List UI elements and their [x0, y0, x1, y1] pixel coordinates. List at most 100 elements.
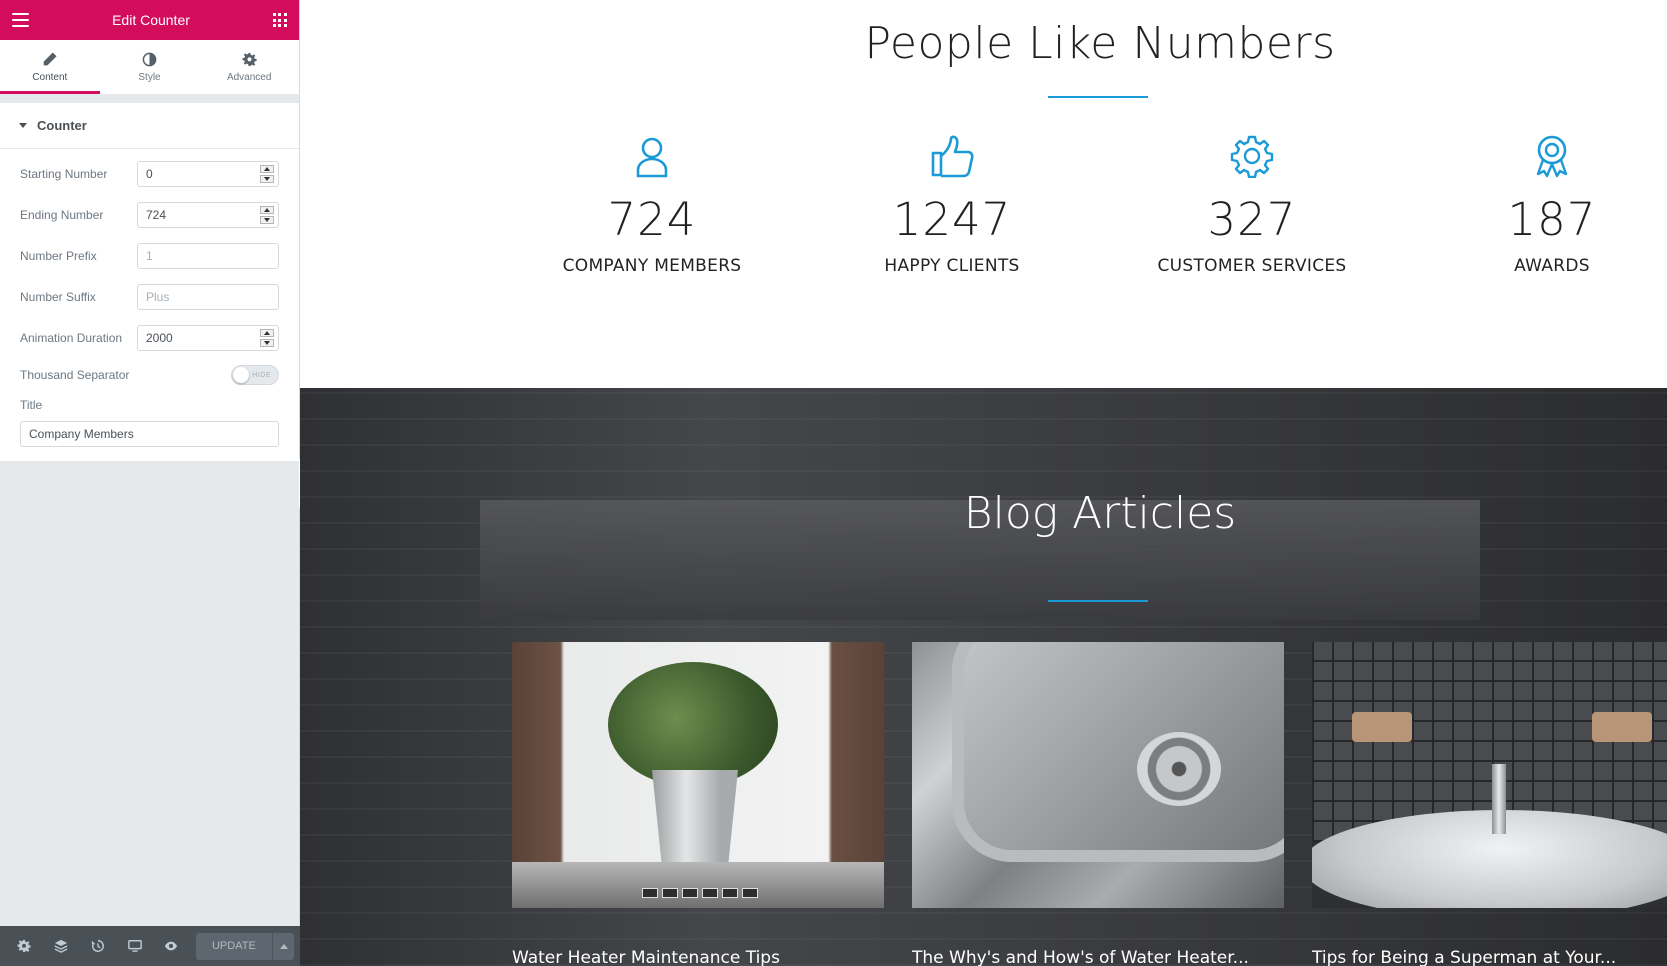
tab-content[interactable]: Content — [0, 40, 100, 94]
thumbs-up-icon — [812, 134, 1092, 180]
thousand-separator-toggle[interactable]: HIDE — [231, 365, 279, 385]
toggle-knob — [233, 367, 249, 383]
responsive-mode-button[interactable] — [116, 926, 153, 966]
control-animation-duration: Animation Duration 2000 — [0, 317, 299, 358]
spinner-down-icon[interactable] — [260, 338, 274, 347]
spinner-up-icon[interactable] — [260, 164, 274, 173]
tab-content-label: Content — [32, 72, 68, 83]
number-suffix-label: Number Suffix — [20, 289, 96, 304]
animation-duration-value: 2000 — [146, 330, 173, 345]
tab-advanced-label: Advanced — [226, 72, 272, 83]
ending-number-value: 724 — [146, 207, 167, 222]
pot-shape — [652, 770, 738, 870]
counter-awards[interactable]: 187 AWARDS — [1412, 134, 1667, 276]
spinner-down-icon[interactable] — [260, 174, 274, 183]
number-prefix-input[interactable]: 1 — [137, 242, 279, 269]
pencil-icon — [44, 52, 57, 66]
navigator-button[interactable] — [43, 926, 80, 966]
control-ending-number: Ending Number 724 — [0, 194, 299, 235]
eye-icon — [165, 941, 178, 951]
article-image[interactable] — [1312, 642, 1667, 908]
counter-number: 1247 — [892, 193, 1012, 246]
user-icon — [512, 134, 792, 180]
control-thousand-separator: Thousand Separator HIDE — [0, 358, 299, 392]
panel-tabs: Content Style Advanced — [0, 40, 299, 95]
panel-gap — [0, 95, 299, 103]
stats-heading: People Like Numbers — [864, 18, 1336, 69]
settings-button[interactable] — [6, 926, 43, 966]
title-label: Title — [20, 398, 43, 412]
article-title[interactable]: The Why's and How's of Water Heater... — [912, 948, 1284, 966]
drain-shape — [1137, 732, 1221, 806]
tab-advanced[interactable]: Advanced — [199, 40, 299, 94]
control-number-prefix: Number Prefix 1 — [0, 235, 299, 276]
number-spinner[interactable] — [260, 205, 274, 224]
stats-divider — [1048, 96, 1148, 98]
starting-number-label: Starting Number — [20, 166, 108, 181]
page-canvas: People Like Numbers 724 COMPANY MEMBERS … — [300, 0, 1667, 966]
starting-number-value: 0 — [146, 166, 153, 181]
title-input[interactable]: Company Members — [20, 421, 279, 447]
widgets-grid-icon[interactable] — [272, 13, 287, 27]
starting-number-input[interactable]: 0 — [137, 160, 279, 187]
history-button[interactable] — [79, 926, 116, 966]
counter-customer-services[interactable]: 327 CUSTOMER SERVICES — [1112, 134, 1392, 276]
update-options-button[interactable] — [272, 932, 294, 960]
number-spinner[interactable] — [260, 164, 274, 183]
counter-section: Counter Starting Number 0 Ending Number … — [0, 103, 299, 461]
blog-heading: Blog Articles — [963, 488, 1237, 539]
contrast-icon — [142, 52, 157, 67]
faucet-shape — [1492, 764, 1506, 834]
control-starting-number: Starting Number 0 — [0, 153, 299, 194]
gear-icon — [1112, 134, 1392, 180]
caret-down-icon — [19, 123, 27, 128]
title-value: Company Members — [29, 427, 134, 441]
article-title[interactable]: Tips for Being a Superman at Your... — [1312, 948, 1667, 966]
image-toolbar — [642, 888, 758, 898]
tab-style[interactable]: Style — [100, 40, 200, 94]
ending-number-input[interactable]: 724 — [137, 201, 279, 228]
section-title: Counter — [37, 118, 87, 133]
toggle-text: HIDE — [252, 371, 271, 379]
animation-duration-input[interactable]: 2000 — [137, 324, 279, 351]
blog-section: Blog Articles Water Heater Maintenance T… — [300, 388, 1667, 966]
desktop-icon — [127, 940, 142, 952]
sink-basin-shape — [952, 642, 1284, 862]
number-prefix-label: Number Prefix — [20, 248, 97, 263]
soap-dish-shape — [1592, 712, 1652, 742]
sink-shape — [1312, 810, 1667, 908]
history-icon — [91, 940, 104, 952]
menu-icon[interactable] — [12, 13, 29, 27]
tab-style-label: Style — [138, 72, 161, 83]
article-title[interactable]: Water Heater Maintenance Tips — [512, 948, 884, 966]
stats-section: People Like Numbers 724 COMPANY MEMBERS … — [300, 0, 1667, 388]
spinner-down-icon[interactable] — [260, 215, 274, 224]
update-button[interactable]: UPDATE — [195, 932, 273, 960]
layers-icon — [54, 939, 68, 953]
counter-happy-clients[interactable]: 1247 HAPPY CLIENTS — [812, 134, 1092, 276]
counter-label: HAPPY CLIENTS — [884, 256, 1020, 276]
article-card[interactable]: Water Heater Maintenance Tips — [512, 642, 884, 966]
number-spinner[interactable] — [260, 328, 274, 347]
counter-company-members[interactable]: 724 COMPANY MEMBERS — [512, 134, 792, 276]
award-icon — [1412, 134, 1667, 180]
article-card[interactable]: The Why's and How's of Water Heater... — [912, 642, 1284, 966]
blog-divider — [1048, 600, 1148, 602]
number-prefix-placeholder: 1 — [146, 248, 153, 263]
spinner-up-icon[interactable] — [260, 205, 274, 214]
article-image[interactable] — [512, 642, 884, 908]
panel-title: Edit Counter — [112, 12, 190, 28]
counter-number: 724 — [607, 193, 697, 246]
shelf-shape — [512, 862, 884, 908]
counter-label: COMPANY MEMBERS — [562, 256, 742, 276]
article-image[interactable] — [912, 642, 1284, 908]
article-card[interactable]: Tips for Being a Superman at Your... — [1312, 642, 1667, 966]
counter-number: 187 — [1507, 193, 1597, 246]
ending-number-label: Ending Number — [20, 207, 104, 222]
number-suffix-input[interactable]: Plus — [137, 283, 279, 310]
section-header-counter[interactable]: Counter — [0, 103, 299, 149]
spinner-up-icon[interactable] — [260, 328, 274, 337]
preview-button[interactable] — [153, 926, 190, 966]
gear-icon — [17, 939, 32, 953]
thousand-separator-label: Thousand Separator — [20, 368, 130, 382]
